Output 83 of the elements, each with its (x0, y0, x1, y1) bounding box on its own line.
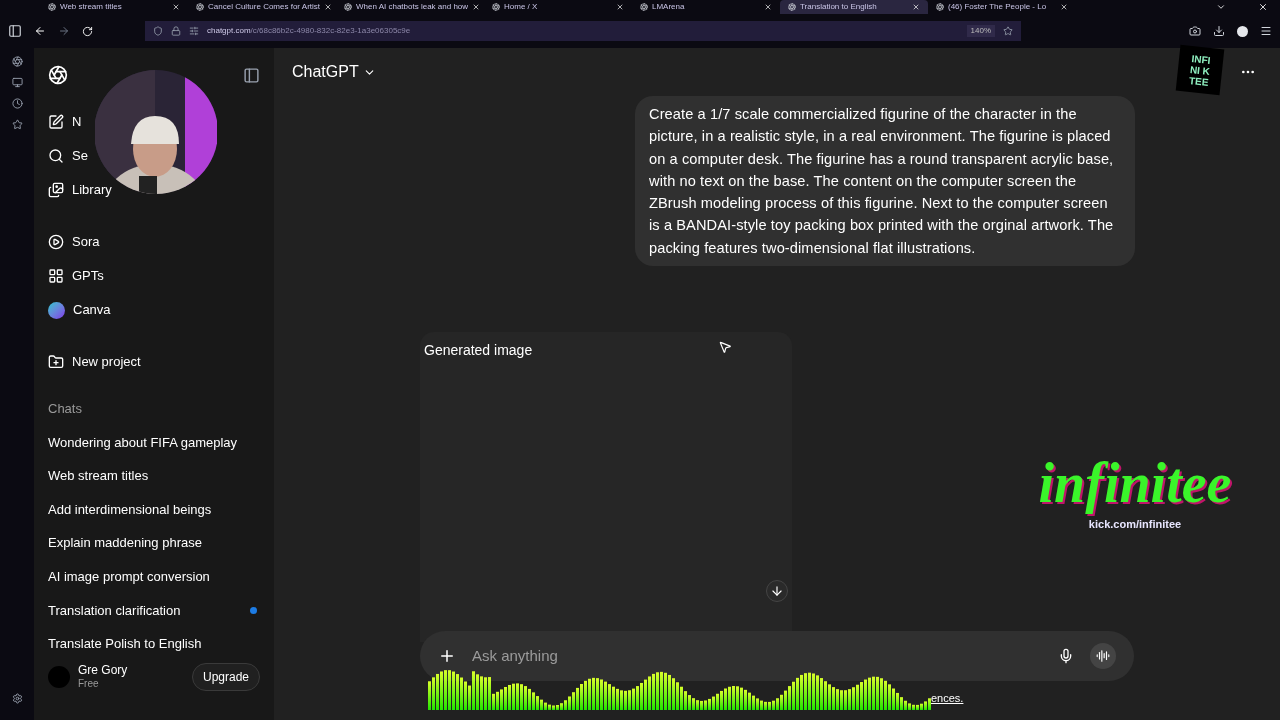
badge-text: NI K (1189, 63, 1211, 77)
close-icon[interactable] (324, 3, 333, 11)
back-icon[interactable] (34, 25, 46, 37)
chat-item[interactable]: Translate Polish to English (48, 627, 260, 661)
close-icon[interactable] (472, 3, 481, 11)
voice-icon[interactable] (1090, 643, 1116, 669)
tab-favicon-icon (344, 3, 352, 11)
close-icon[interactable] (764, 3, 772, 11)
tab-list-icon[interactable] (1216, 2, 1226, 12)
chat-item[interactable]: Web stream titles (48, 459, 260, 493)
tab-favicon-icon (788, 3, 796, 11)
sliders-icon (189, 26, 199, 36)
camera-icon[interactable] (1189, 25, 1201, 37)
chat-item[interactable]: Add interdimensional beings (48, 492, 260, 527)
search-icon (48, 148, 64, 164)
sidebar-toggle-icon[interactable] (8, 24, 22, 38)
generated-image-label: Generated image (424, 342, 533, 359)
chat-item[interactable]: Explain maddening phrase (48, 526, 260, 560)
model-selector[interactable]: ChatGPT (292, 60, 376, 84)
close-icon[interactable] (172, 3, 180, 11)
library-icon (48, 182, 64, 198)
menu-icon[interactable] (1260, 25, 1272, 37)
folder-plus-icon (48, 354, 64, 370)
cursor-icon (718, 340, 732, 354)
plus-icon[interactable] (438, 647, 456, 665)
logo-url: kick.com/infinitee (1088, 517, 1182, 532)
shield-icon (153, 26, 163, 36)
tab-favicon-icon (196, 3, 204, 11)
tab-favicon-icon (936, 3, 944, 11)
browser-tab[interactable]: Home / X (484, 0, 632, 14)
sidebar-item[interactable]: Canva (48, 293, 260, 327)
logo-text: infinitee (1038, 451, 1232, 516)
history-icon[interactable] (11, 98, 23, 109)
browser-tab[interactable]: Web stream titles (40, 0, 188, 14)
sidebar-item[interactable]: Library (48, 173, 112, 207)
download-icon[interactable] (1213, 25, 1225, 37)
browser-tab[interactable]: Translation to English (780, 0, 928, 14)
badge-text: TEE (1188, 74, 1210, 88)
chat-item[interactable]: AI image prompt conversion (48, 559, 260, 594)
sidebar-item[interactable]: Sora (48, 225, 260, 259)
browser-tab[interactable]: (46) Foster The People - Lo (928, 0, 1076, 14)
user-name: Gre Gory (78, 662, 128, 678)
tab-favicon-icon (48, 3, 56, 11)
chats-heading: Chats (48, 400, 83, 418)
bookmarks-icon[interactable] (11, 119, 23, 130)
url-text: chatgpt.com/c/68c86b2c-4980-832c-82e3-1a3e06305c9e (207, 25, 411, 37)
chat-item[interactable]: Wondering about FIFA gameplay (48, 425, 260, 460)
reload-icon[interactable] (82, 25, 93, 37)
user-plan: Free (78, 677, 100, 691)
profile-icon[interactable] (1237, 25, 1248, 37)
grid-icon (48, 268, 64, 284)
new-project-button[interactable]: New project (48, 345, 260, 379)
close-window-icon[interactable] (1258, 2, 1268, 12)
close-icon[interactable] (616, 3, 624, 11)
canva-icon (48, 301, 65, 319)
tab-favicon-icon (492, 3, 500, 11)
footer-link[interactable]: ences. (931, 690, 964, 707)
zoom-level[interactable]: 140% (966, 25, 995, 37)
sidebar-item[interactable]: N (48, 105, 82, 139)
sidebar-item[interactable]: Se (48, 139, 88, 173)
play-icon (48, 234, 64, 250)
tab-favicon-icon (640, 3, 648, 11)
prompt-input[interactable]: Ask anything (472, 644, 1042, 668)
address-bar[interactable]: chatgpt.com/c/68c86b2c-4980-832c-82e3-1a3e06305c9e 140% (145, 21, 1021, 41)
new-chat-icon (48, 114, 64, 130)
user-message: Create a 1/7 scale commercialized figurine of the character in the picture, in a realistic style, in a real environment. The figurine is placed on a computer desk. The figurine has a round transparent acrylic base, with no text on the base. The content on the computer screen the ZBrush modeling process of this figurine. Next to the computer screen is a BANDAI-style toy packing box printed with the orginal artwork. The packing features two-dimensional flat illustrations. (635, 96, 1135, 267)
logo-icon[interactable] (48, 65, 68, 85)
browser-tab[interactable]: When AI chatbots leak and how (336, 0, 484, 14)
chat-item[interactable]: Translation clarification (48, 593, 260, 628)
monitor-icon[interactable] (11, 77, 23, 88)
badge-text: INFI (1191, 52, 1212, 66)
browser-tab[interactable]: LMArena (632, 0, 780, 14)
close-icon[interactable] (1060, 3, 1068, 11)
lock-icon (171, 26, 181, 36)
mic-icon[interactable] (1058, 648, 1074, 664)
sidebar-item[interactable]: GPTs (48, 259, 260, 293)
browser-tab[interactable]: Cancel Culture Comes for Artist (188, 0, 336, 14)
close-sidebar-icon[interactable] (243, 66, 260, 84)
settings-icon[interactable] (11, 693, 23, 704)
close-icon[interactable] (912, 3, 920, 11)
composer-field[interactable]: Ask anything (420, 631, 1134, 681)
bookmark-star-icon[interactable] (1003, 26, 1013, 36)
upgrade-button[interactable]: Upgrade (191, 662, 260, 691)
